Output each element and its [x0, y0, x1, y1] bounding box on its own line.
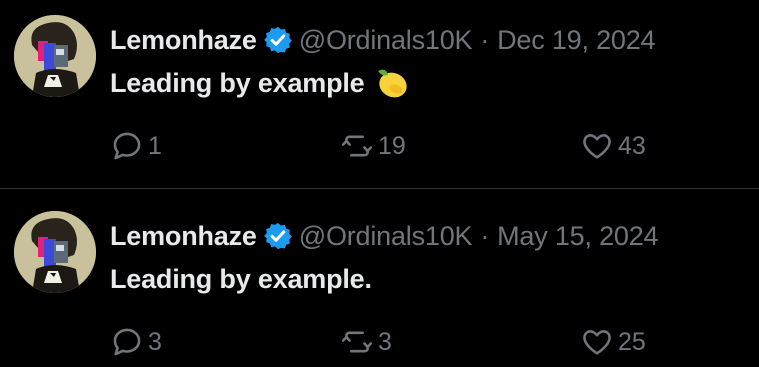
tweet-header: Lemonhaze @Ordinals10K · May 15, 2024 [110, 216, 659, 256]
tweet-divider [0, 188, 759, 189]
tweet-text-content: Leading by example [110, 67, 365, 98]
tweet-date[interactable]: May 15, 2024 [497, 221, 658, 252]
repost-icon [340, 129, 374, 163]
author-handle[interactable]: @Ordinals10K [299, 221, 473, 252]
tweet-text: Leading by example. [110, 260, 372, 298]
lemon-icon [372, 65, 410, 101]
like-button[interactable]: 43 [580, 126, 646, 166]
heart-icon [580, 129, 614, 163]
tweet[interactable]: Lemonhaze @Ordinals10K · Dec 19, 2024 Le… [0, 0, 759, 183]
separator-dot: · [480, 220, 490, 251]
avatar-portrait-icon [14, 211, 96, 293]
repost-icon [340, 325, 374, 359]
heart-icon [580, 325, 614, 359]
reply-button[interactable]: 3 [110, 322, 162, 362]
tweet-date[interactable]: Dec 19, 2024 [497, 25, 655, 56]
reply-count: 1 [148, 131, 162, 160]
tweet[interactable]: Lemonhaze @Ordinals10K · May 15, 2024 Le… [0, 196, 759, 367]
like-count: 43 [618, 131, 646, 160]
repost-button[interactable]: 3 [340, 322, 392, 362]
verified-badge-icon[interactable] [263, 221, 293, 251]
like-button[interactable]: 25 [580, 322, 646, 362]
separator-dot: · [480, 24, 490, 55]
repost-count: 3 [378, 327, 392, 356]
avatar[interactable] [14, 15, 96, 97]
repost-count: 19 [378, 131, 406, 160]
reply-count: 3 [148, 327, 162, 356]
avatar-portrait-icon [14, 15, 96, 97]
repost-button[interactable]: 19 [340, 126, 406, 166]
tweet-text: Leading by example [110, 64, 410, 102]
author-name[interactable]: Lemonhaze [110, 221, 257, 252]
like-count: 25 [618, 327, 646, 356]
avatar[interactable] [14, 211, 96, 293]
reply-button[interactable]: 1 [110, 126, 162, 166]
tweet-header: Lemonhaze @Ordinals10K · Dec 19, 2024 [110, 20, 656, 60]
verified-badge-icon[interactable] [263, 25, 293, 55]
reply-icon [110, 325, 144, 359]
tweet-text-content: Leading by example. [110, 263, 372, 294]
reply-icon [110, 129, 144, 163]
author-name[interactable]: Lemonhaze [110, 25, 257, 56]
author-handle[interactable]: @Ordinals10K [299, 25, 473, 56]
